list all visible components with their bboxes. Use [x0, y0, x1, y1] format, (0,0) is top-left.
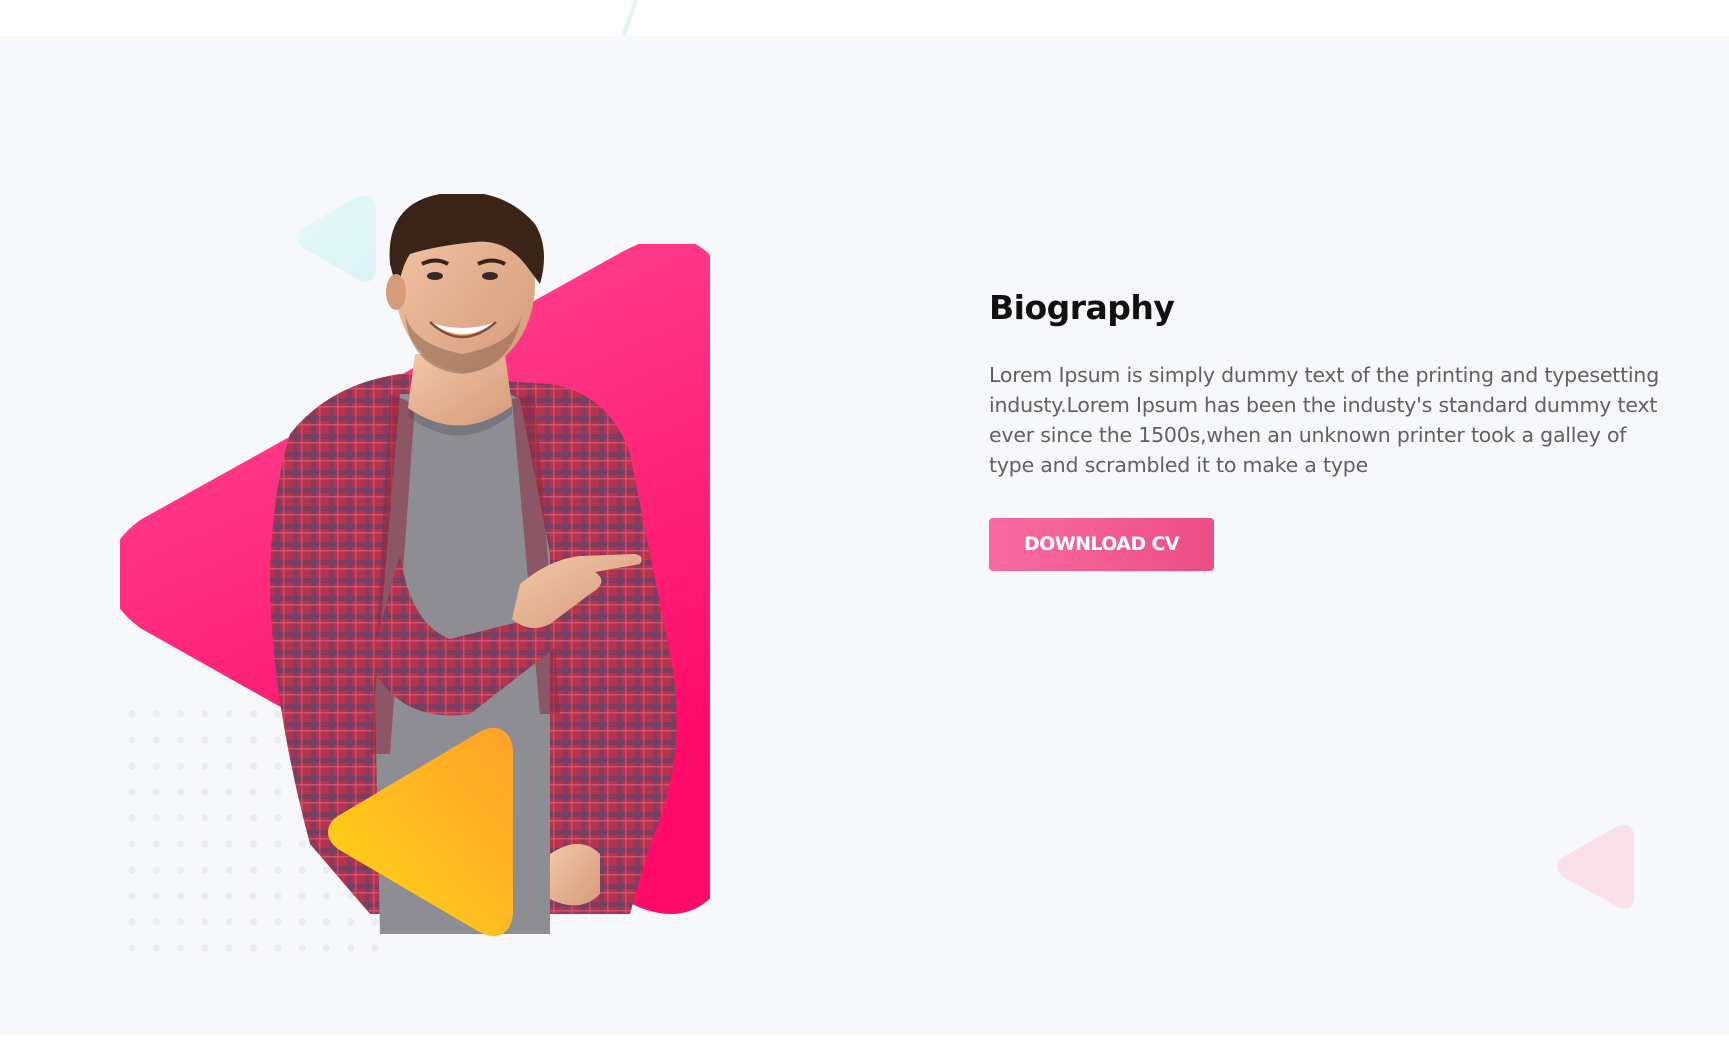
- yellow-triangle-shape: [328, 728, 513, 936]
- light-pink-triangle-shape: [1557, 824, 1634, 909]
- bottom-strip: [0, 1035, 1729, 1052]
- decorative-streak: [621, 0, 638, 36]
- biography-block: Biography Lorem Ipsum is simply dummy te…: [989, 286, 1669, 571]
- biography-title: Biography: [989, 288, 1175, 327]
- page: Biography Lorem Ipsum is simply dummy te…: [0, 0, 1729, 1052]
- biography-text: Lorem Ipsum is simply dummy text of the …: [989, 363, 1660, 477]
- download-cv-button[interactable]: DOWNLOAD CV: [989, 518, 1214, 571]
- top-strip: [0, 0, 1729, 36]
